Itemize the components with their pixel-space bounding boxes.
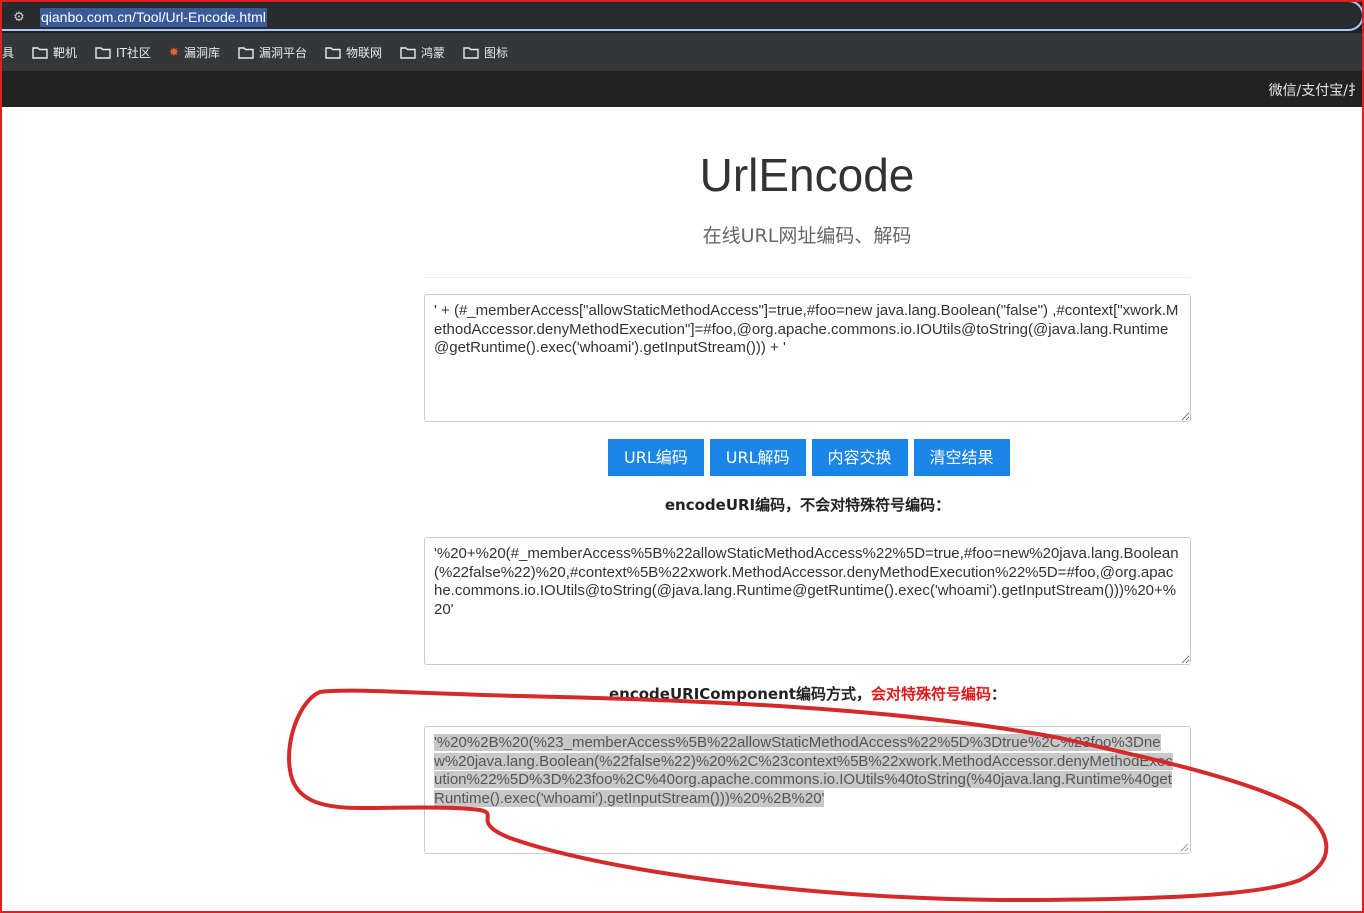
action-buttons: URL编码 URL解码 内容交换 清空结果 (608, 439, 1010, 476)
bookmark-label: IT社区 (116, 45, 151, 60)
bookmark-vuln-db[interactable]: ✸ 漏洞库 (169, 38, 220, 66)
bookmark-label: 工具 (0, 45, 15, 60)
url-encode-button[interactable]: URL编码 (608, 439, 704, 476)
bookmark-label: 鸿蒙 (421, 45, 446, 60)
encodeuri-label: encodeURI编码，不会对特殊符号编码： (664, 496, 951, 514)
folder-icon (32, 46, 48, 59)
page-subtitle: 在线URL网址编码、解码 (702, 225, 912, 247)
folder-icon (95, 46, 111, 59)
bookmark-label: 物联网 (346, 45, 383, 60)
page-title: UrlEncode (699, 149, 915, 201)
folder-icon (238, 46, 254, 59)
bookmark-folder-vuln-platform[interactable]: 漏洞平台 (238, 38, 307, 66)
folder-icon (463, 46, 479, 59)
bookmark-label: 漏洞平台 (258, 45, 307, 60)
bookmark-label: 靶机 (53, 45, 78, 60)
label-prefix: encodeURIComponent编码方式， (609, 685, 871, 703)
bookmark-folder-it[interactable]: IT社区 (95, 38, 151, 66)
omnibox[interactable]: ⚙ qianbo.com.cn/Tool/Url-Encode.html (0, 0, 1364, 31)
folder-icon (325, 46, 341, 59)
site-info-icon[interactable]: ⚙ (10, 9, 28, 25)
bookmark-folder-target[interactable]: 靶机 (32, 38, 77, 66)
label-red-note: 会对特殊符号编码 (870, 685, 991, 703)
page-title-wrap: UrlEncode (0, 145, 1364, 205)
browser-address-bar: ⚙ qianbo.com.cn/Tool/Url-Encode.html (0, 0, 1364, 33)
bookmark-folder-harmony[interactable]: 鸿蒙 (400, 38, 445, 66)
encodeuri-output[interactable] (424, 537, 1191, 665)
label-suffix: ： (990, 685, 1006, 703)
swap-content-button[interactable]: 内容交换 (811, 439, 908, 476)
site-top-band (0, 71, 1364, 107)
flame-icon: ✸ (168, 45, 179, 59)
bookmark-label: 漏洞库 (183, 45, 220, 60)
resize-grip-icon[interactable] (1179, 842, 1189, 852)
bookmark-tools[interactable]: 工具 (0, 38, 15, 66)
input-textarea[interactable] (424, 294, 1191, 422)
bookmark-label: 图标 (484, 45, 509, 60)
folder-icon (400, 46, 416, 59)
encodeuricomponent-label: encodeURIComponent编码方式，会对特殊符号编码： (424, 683, 1191, 704)
encodeuricomponent-output[interactable]: '%20%2B%20(%23_memberAccess%5B%22allowSt… (424, 726, 1191, 854)
divider (424, 277, 1191, 278)
bookmark-folder-iot[interactable]: 物联网 (325, 38, 382, 66)
bookmarks-bar: 工具 靶机 IT社区 ✸ 漏洞库 漏洞平台 物联网 鸿蒙 (0, 33, 1364, 71)
clear-results-button[interactable]: 清空结果 (913, 439, 1010, 476)
donate-link[interactable]: 微信/支付宝/扌 (1269, 80, 1362, 100)
selected-output-text: '%20%2B%20(%23_memberAccess%5B%22allowSt… (434, 734, 1173, 807)
url-text[interactable]: qianbo.com.cn/Tool/Url-Encode.html (40, 8, 267, 27)
bookmark-folder-icons[interactable]: 图标 (463, 38, 508, 66)
url-decode-button[interactable]: URL解码 (709, 439, 806, 476)
